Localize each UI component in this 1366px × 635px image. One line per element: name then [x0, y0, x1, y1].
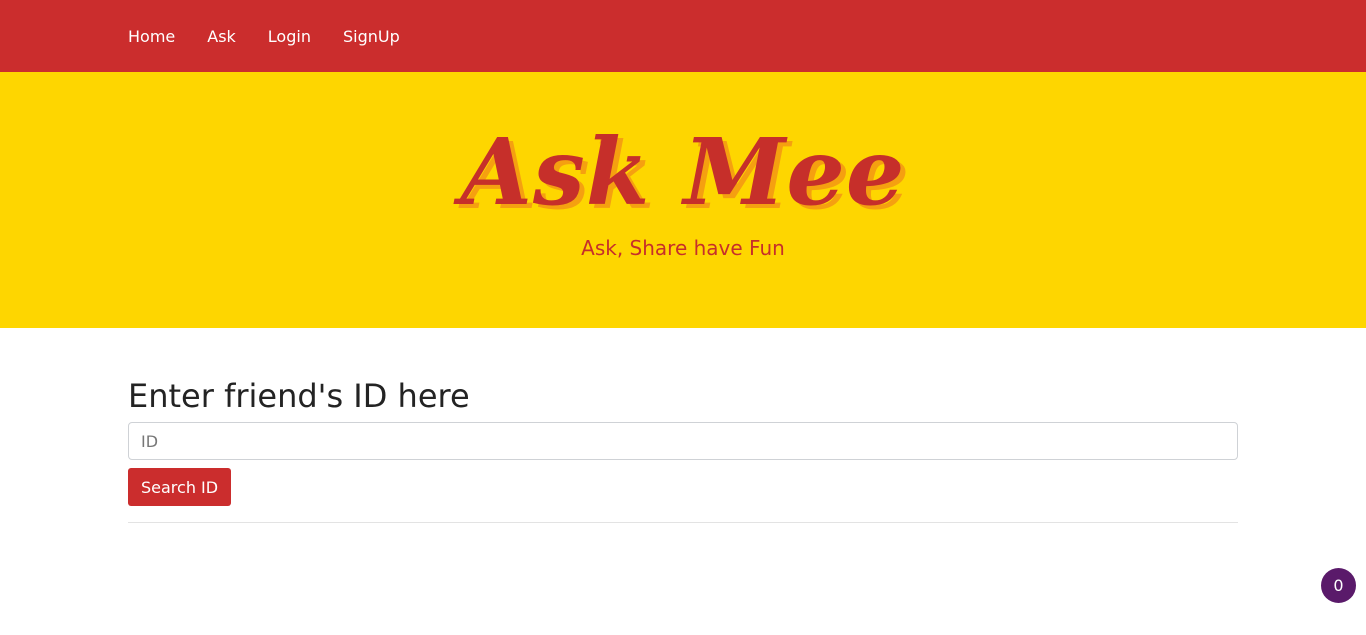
friend-id-input[interactable]	[128, 422, 1238, 460]
nav-link-ask[interactable]: Ask	[207, 27, 236, 46]
search-heading: Enter friend's ID here	[128, 377, 470, 415]
site-title: Ask Mee	[460, 118, 906, 226]
site-tagline: Ask, Share have Fun	[581, 236, 785, 260]
nav-link-home[interactable]: Home	[128, 27, 175, 46]
hero-banner: Ask Mee Ask, Share have Fun	[0, 72, 1366, 328]
nav-link-signup[interactable]: SignUp	[343, 27, 400, 46]
divider	[128, 522, 1238, 523]
nav-link-login[interactable]: Login	[268, 27, 311, 46]
main-content: Enter friend's ID here Search ID	[0, 328, 1366, 523]
search-id-button[interactable]: Search ID	[128, 468, 232, 506]
top-navbar: Home Ask Login SignUp	[0, 0, 1366, 72]
counter-badge[interactable]: 0	[1321, 568, 1356, 603]
